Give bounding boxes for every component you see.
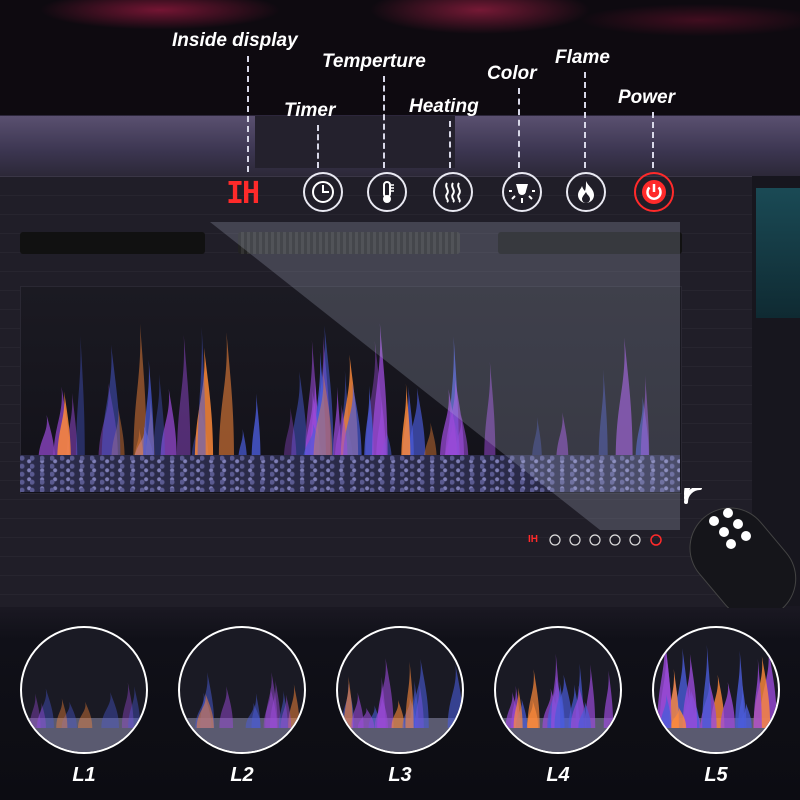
- label-inside-display: Inside display: [172, 30, 298, 51]
- flame-lick: [75, 335, 85, 462]
- color-bulb-icon: [509, 184, 535, 203]
- label-heating: Heating: [409, 96, 479, 117]
- thermometer-icon: [383, 181, 394, 203]
- mini-display-readout: IH: [528, 534, 538, 545]
- flame-lick: [702, 644, 712, 728]
- flame-lick: [265, 671, 278, 728]
- ember-bed: [20, 455, 680, 492]
- flame-lick: [753, 658, 762, 728]
- flame-lick: [197, 326, 206, 462]
- flame-lick: [735, 650, 745, 728]
- flame-lick: [101, 692, 120, 728]
- label-timer: Timer: [284, 100, 336, 121]
- label-color: Color: [487, 63, 537, 84]
- level-label-3: L3: [388, 764, 412, 786]
- label-power: Power: [618, 87, 676, 108]
- flame-lick: [251, 393, 261, 462]
- label-flame: Flame: [555, 47, 610, 68]
- flame-button[interactable]: [566, 172, 606, 212]
- fireplace-stage: Inside display Timer Temperture Heating …: [0, 0, 800, 800]
- label-temperature: Temperture: [322, 51, 426, 72]
- wifi-signal-icon: [684, 488, 702, 504]
- mini-control-icons: [549, 534, 662, 546]
- flame-lick: [447, 664, 462, 728]
- flame-lick: [153, 373, 165, 462]
- flame-lick: [56, 698, 68, 728]
- leader-power: [652, 112, 654, 168]
- power-icon: [642, 180, 666, 204]
- level-label-4: L4: [546, 764, 570, 786]
- vent-left: [20, 232, 205, 254]
- flame-level-2: [178, 626, 306, 754]
- temperature-button[interactable]: [367, 172, 407, 212]
- leader-color: [518, 88, 520, 168]
- flame-lick: [343, 676, 353, 728]
- level-label-2: L2: [230, 764, 254, 786]
- flame-lick: [603, 670, 614, 728]
- heating-button[interactable]: [433, 172, 473, 212]
- timer-icon: [312, 181, 334, 203]
- vent-right: [498, 232, 682, 254]
- timer-button[interactable]: [303, 172, 343, 212]
- flame-level-4: [494, 626, 622, 754]
- flame-lick: [283, 407, 297, 462]
- flame-lick: [615, 337, 633, 462]
- level-label-1: L1: [72, 764, 96, 786]
- inside-display-readout: IH: [226, 176, 260, 211]
- mantle-shadow: [255, 116, 455, 168]
- leader-flame: [584, 72, 586, 168]
- flame-lick: [176, 334, 191, 462]
- leader-temperature: [383, 76, 385, 168]
- flame-lick: [78, 701, 93, 728]
- side-glass: [756, 188, 800, 318]
- power-button[interactable]: [634, 172, 674, 212]
- flame-lick: [598, 369, 608, 462]
- flame-lick: [219, 686, 234, 728]
- flame-level-3: [336, 626, 464, 754]
- color-button[interactable]: [502, 172, 542, 212]
- flame-lick: [218, 332, 235, 462]
- flame-lick: [391, 700, 405, 728]
- flame-lick: [527, 669, 540, 728]
- heating-icon: [445, 182, 461, 203]
- flame-level-5: [652, 626, 780, 754]
- vent-grille: [238, 232, 460, 254]
- leader-timer: [317, 125, 319, 168]
- remote-control-icon: [684, 488, 797, 608]
- flame-lick: [484, 361, 496, 462]
- flame-lick: [101, 344, 121, 462]
- leader-heating: [449, 121, 451, 168]
- flame-level-1: [20, 626, 148, 754]
- leader-inside-display: [247, 56, 249, 172]
- flame-lick: [405, 661, 414, 728]
- level-label-5: L5: [704, 764, 728, 786]
- flame-icon: [578, 181, 594, 203]
